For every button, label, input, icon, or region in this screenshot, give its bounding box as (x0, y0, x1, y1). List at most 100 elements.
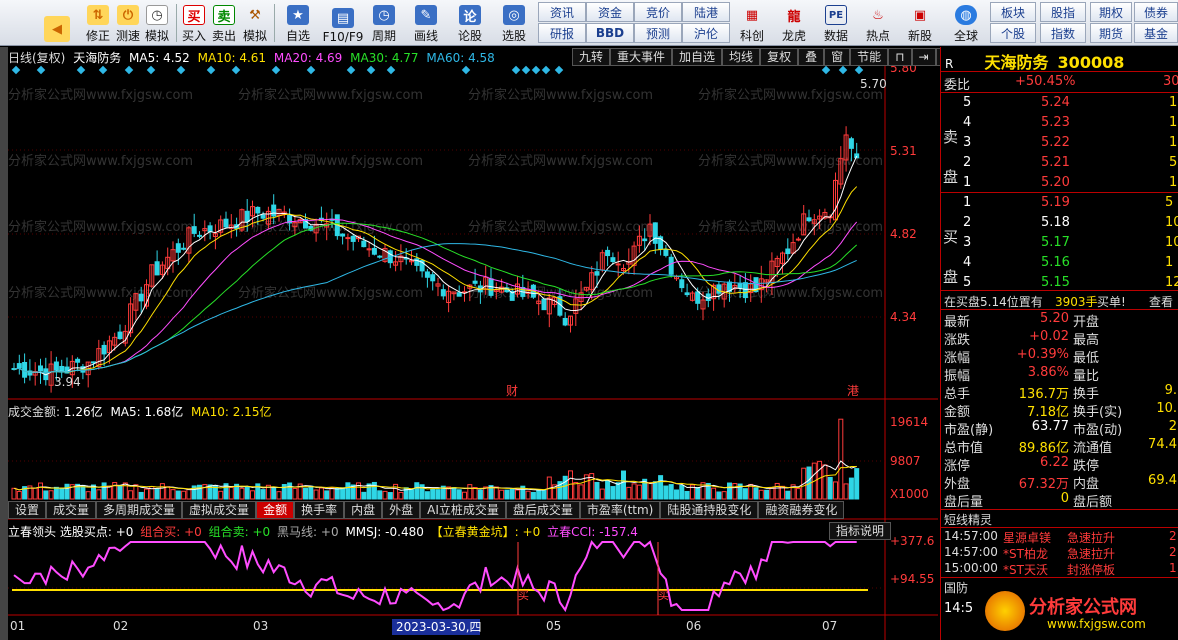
hk-connect-button[interactable]: 陆港 (682, 2, 730, 22)
f10-button[interactable]: ▤ F10/F9 (320, 2, 366, 44)
hotspot-button[interactable]: ♨ 热点 (860, 2, 896, 44)
simulate-clock-button[interactable]: ◷ 模拟 (143, 2, 171, 44)
chart-area[interactable]: 分析家公式网www.fxjgsw.com 分析家公式网www.fxjgsw.com… (8, 47, 938, 640)
simulate-trade-button[interactable]: ⚒ 模拟 (240, 2, 270, 44)
volume-bar (154, 488, 160, 500)
tab-5[interactable]: 换手率 (294, 501, 345, 519)
volume-bar (409, 489, 414, 500)
sell-button[interactable]: 卖 卖出 (210, 2, 238, 44)
buy-signal-label: 买 (518, 589, 529, 602)
speed-button[interactable]: ⏻ 测速 (114, 2, 142, 44)
volume-bar (80, 484, 86, 500)
index-button[interactable]: 指数 (1040, 23, 1086, 43)
back-button[interactable]: ◀ (42, 2, 72, 44)
buy-level-row[interactable]: 1 5.19 5 (941, 195, 1178, 213)
tab-12[interactable]: 融资融券变化 (758, 501, 845, 519)
clock-icon: ◷ (146, 5, 168, 25)
futures-button[interactable]: 期货 (1090, 23, 1132, 43)
global-button[interactable]: ◍ 全球 (946, 2, 986, 44)
indicator-name[interactable]: 立春领头 选股买点: (8, 525, 112, 539)
news-button[interactable]: 资讯 (538, 2, 586, 22)
candle-body (684, 292, 690, 296)
dragon-tiger-button[interactable]: 龍 龙虎 (776, 2, 812, 44)
kline-chart[interactable]: 分析家公式网www.fxjgsw.com 分析家公式网www.fxjgsw.com… (8, 47, 938, 640)
sell-level-row[interactable]: 4 5.23 1 (941, 115, 1178, 133)
new-stock-button[interactable]: ▣ 新股 (902, 2, 938, 44)
candle-body (605, 249, 611, 257)
research-button[interactable]: 研报 (538, 23, 586, 43)
fix-button[interactable]: ⇅ 修正 (84, 2, 112, 44)
date-axis-label: 03 (253, 619, 268, 633)
period-button[interactable]: ◷ 周期 (366, 2, 402, 44)
volume-bar (541, 489, 547, 500)
tab-1[interactable]: 成交量 (46, 501, 97, 519)
sell-level-row[interactable]: 5 5.24 1 (941, 95, 1178, 113)
forecast-button[interactable]: 预测 (634, 23, 682, 43)
sell-level-row[interactable]: 2 5.21 5 (941, 155, 1178, 173)
window-button[interactable]: 窗 (824, 48, 851, 66)
buy-level-row[interactable]: 4 5.16 1 (941, 255, 1178, 273)
sell-level-row[interactable]: 1 5.20 1 (941, 175, 1178, 193)
watchlist-button[interactable]: ★ 自选 (280, 2, 316, 44)
add-watchlist-button[interactable]: 加自选 (672, 48, 723, 66)
major-events-button[interactable]: 重大事件 (610, 48, 673, 66)
tab-9[interactable]: 盘后成交量 (505, 501, 580, 519)
tab-6[interactable]: 内盘 (344, 501, 383, 519)
tab-3[interactable]: 虚拟成交量 (182, 501, 257, 519)
lock-icon[interactable]: ⊓ (888, 48, 912, 66)
bbd-button[interactable]: BBD (586, 23, 634, 43)
stat-row: 振幅 3.86% 量比 (944, 365, 1100, 384)
watermark-text: 分析家公式网www.fxjgsw.com (238, 87, 423, 103)
stock-index-button[interactable]: 股指 (1040, 2, 1086, 22)
volume-bar (244, 486, 250, 500)
hk-marker[interactable]: 港 (847, 384, 859, 398)
shanghai-london-button[interactable]: 沪伦 (682, 23, 730, 43)
tab-11[interactable]: 陆股通持股变化 (660, 501, 759, 519)
tab-8[interactable]: AI立桩成交量 (420, 501, 506, 519)
adjust-button[interactable]: 复权 (760, 48, 799, 66)
candle-body (271, 204, 277, 217)
kechuang-button[interactable]: ▦ 科创 (734, 2, 770, 44)
options-button[interactable]: 期权 (1090, 2, 1132, 22)
buy-level-row[interactable]: 3 5.17 10 (941, 235, 1178, 253)
fund-button[interactable]: 基金 (1134, 23, 1178, 43)
tab-10[interactable]: 市盈率(ttm) (579, 501, 661, 519)
period-label[interactable]: 日线(复权) (8, 51, 65, 65)
volume-bar (424, 491, 430, 500)
scroll-end-icon[interactable]: ⇥ (911, 48, 936, 66)
volume-bar (848, 477, 854, 500)
ma30-label: MA30: 4.77 (350, 51, 419, 65)
candle-body (652, 222, 658, 244)
tab-2[interactable]: 多周期成交量 (96, 501, 183, 519)
funds-button[interactable]: 资金 (586, 2, 634, 22)
high-price-label: 5.70 (860, 77, 887, 91)
left-side-tabs[interactable] (0, 47, 8, 640)
ma-button[interactable]: 均线 (722, 48, 761, 66)
overlay-button[interactable]: 叠 (798, 48, 825, 66)
data-button[interactable]: PE 数据 (818, 2, 854, 44)
new-stock-icon: ▣ (913, 7, 927, 23)
forum-button[interactable]: 论 论股 (452, 2, 488, 44)
candle-body (53, 361, 59, 371)
save-energy-button[interactable]: 节能 (850, 48, 889, 66)
combo-sell-label: 组合卖: (208, 525, 249, 539)
buy-level-row[interactable]: 2 5.18 10 (941, 215, 1178, 233)
sector-button[interactable]: 板块 (990, 2, 1036, 22)
stat-row: 盘后量 0 盘后额 (944, 491, 1113, 510)
bonds-button[interactable]: 债券 (1134, 2, 1178, 22)
buy-button[interactable]: 买 买入 (180, 2, 208, 44)
indicator-explain-button[interactable]: 指标说明 (829, 522, 892, 540)
single-stock-button[interactable]: 个股 (990, 23, 1036, 43)
tab-4[interactable]: 金额 (256, 501, 295, 519)
sell-level-row[interactable]: 3 5.22 1 (941, 135, 1178, 153)
candle-body (806, 217, 812, 222)
stock-select-button[interactable]: ◎ 选股 (496, 2, 532, 44)
candle-body (377, 255, 383, 258)
finance-marker[interactable]: 财 (506, 384, 518, 398)
f10-label: F10/F9 (322, 30, 364, 44)
nine-turn-button[interactable]: 九转 (572, 48, 611, 66)
auction-button[interactable]: 竞价 (634, 2, 682, 22)
tab-7[interactable]: 外盘 (382, 501, 421, 519)
draw-line-button[interactable]: ✎ 画线 (408, 2, 444, 44)
tab-0[interactable]: 设置 (8, 501, 47, 519)
